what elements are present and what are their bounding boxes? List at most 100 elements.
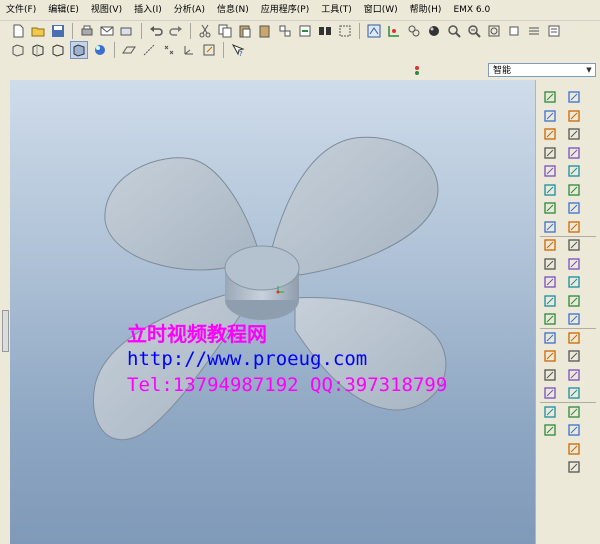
spin-center-marker [276, 290, 280, 294]
hidden-line-icon[interactable] [30, 42, 46, 58]
emx-icon[interactable] [542, 405, 558, 419]
datum-axes-icon[interactable] [141, 42, 157, 58]
menu-tools[interactable]: 工具(T) [315, 0, 358, 20]
menu-info[interactable]: 信息(N) [211, 0, 255, 20]
rib-icon[interactable] [542, 275, 558, 289]
revolve-icon[interactable] [542, 183, 558, 197]
sweep-icon[interactable] [542, 201, 558, 215]
wrap-icon[interactable] [566, 386, 582, 400]
fill-icon[interactable] [566, 405, 582, 419]
toolbar-separator [359, 23, 360, 39]
wireframe-icon[interactable] [10, 42, 26, 58]
sketch-curve-icon[interactable] [566, 146, 582, 160]
globe-icon[interactable] [542, 423, 558, 437]
warp-icon[interactable] [566, 460, 582, 474]
spin-center-icon[interactable] [386, 23, 402, 39]
menu-emx[interactable]: EMX 6.0 [447, 0, 496, 20]
menu-window[interactable]: 窗口(W) [358, 0, 404, 20]
trim-icon[interactable] [542, 312, 558, 326]
shading-icon[interactable] [70, 41, 88, 59]
style-icon[interactable] [566, 442, 582, 456]
extrude-icon[interactable] [542, 164, 558, 178]
enhanced-realism-icon[interactable] [92, 42, 108, 58]
mail-attachment-icon[interactable] [119, 23, 135, 39]
repaint-icon[interactable] [366, 23, 382, 39]
merge-icon[interactable] [566, 331, 582, 345]
paste-icon[interactable] [237, 23, 253, 39]
zoom-out-icon[interactable] [466, 23, 482, 39]
pattern-icon[interactable] [566, 294, 582, 308]
graphics-window[interactable] [10, 80, 535, 544]
datum-points-icon[interactable] [161, 42, 177, 58]
csys-icon[interactable] [566, 220, 582, 234]
model-display-icon[interactable] [426, 23, 442, 39]
blend-icon[interactable] [542, 220, 558, 234]
undo-icon[interactable] [148, 23, 164, 39]
datum-plane-icon[interactable] [566, 90, 582, 104]
datum-axis-icon[interactable] [542, 127, 558, 141]
context-help-icon[interactable]: ? [230, 42, 246, 58]
toolbar-separator [223, 42, 224, 58]
orient-mode-icon[interactable] [406, 23, 422, 39]
offset-point-icon[interactable] [566, 201, 582, 215]
refit-icon[interactable] [486, 23, 502, 39]
no-hidden-icon[interactable] [50, 42, 66, 58]
coordinate-systems-icon[interactable] [181, 42, 197, 58]
menu-applications[interactable]: 应用程序(P) [255, 0, 315, 20]
find-icon[interactable] [317, 23, 333, 39]
project-icon[interactable] [542, 386, 558, 400]
open-folder-icon[interactable] [30, 23, 46, 39]
cut-icon[interactable] [197, 23, 213, 39]
spline-curve-icon[interactable] [566, 127, 582, 141]
cross-point-icon[interactable] [566, 183, 582, 197]
annotations-icon[interactable] [201, 42, 217, 58]
solidify-icon[interactable] [542, 368, 558, 382]
regenerate-manager-icon[interactable] [297, 23, 313, 39]
menu-insert[interactable]: 插入(I) [128, 0, 168, 20]
zoom-in-icon[interactable] [446, 23, 462, 39]
layers-icon[interactable] [546, 23, 562, 39]
propeller-blade [271, 136, 439, 276]
send-mail-icon[interactable] [99, 23, 115, 39]
save-icon[interactable] [50, 23, 66, 39]
redo-icon[interactable] [168, 23, 184, 39]
saved-views-icon[interactable] [526, 23, 542, 39]
paste-special-icon[interactable] [257, 23, 273, 39]
sketch-tool-icon[interactable] [542, 90, 558, 104]
intersect-icon[interactable] [566, 312, 582, 326]
selection-filter-dropdown[interactable]: 智能 ▼ [488, 63, 596, 77]
extend-icon[interactable] [542, 349, 558, 363]
chevron-down-icon[interactable]: ▼ [583, 64, 595, 76]
mirror-icon[interactable] [542, 331, 558, 345]
menu-view[interactable]: 视图(V) [85, 0, 128, 20]
shell-icon[interactable] [542, 257, 558, 271]
toolbar-separator [114, 42, 115, 58]
menu-edit[interactable]: 编辑(E) [42, 0, 85, 20]
edit-datum-icon[interactable] [542, 109, 558, 123]
navigator-tab[interactable] [2, 310, 9, 352]
watermark-url: http://www.proeug.com [127, 348, 368, 370]
menu-analysis[interactable]: 分析(A) [168, 0, 211, 20]
thicken-icon[interactable] [566, 368, 582, 382]
insert-icon[interactable] [542, 146, 558, 160]
hole-icon[interactable] [542, 238, 558, 252]
selection-box-icon[interactable] [337, 23, 353, 39]
new-file-icon[interactable] [10, 23, 26, 39]
reorient-icon[interactable] [506, 23, 522, 39]
boundary-blend-icon[interactable] [566, 423, 582, 437]
datum-point-icon[interactable] [566, 164, 582, 178]
menu-help[interactable]: 帮助(H) [404, 0, 448, 20]
toolbar-separator [540, 235, 596, 237]
print-icon[interactable] [79, 23, 95, 39]
offset-icon[interactable] [566, 349, 582, 363]
datum-planes-icon[interactable] [121, 42, 137, 58]
regenerate-icon[interactable] [277, 23, 293, 39]
menu-file[interactable]: 文件(F) [0, 0, 42, 20]
round-icon[interactable] [566, 257, 582, 271]
copy-icon[interactable] [217, 23, 233, 39]
draft-icon[interactable] [542, 294, 558, 308]
propeller-model[interactable] [10, 80, 535, 544]
analysis-icon[interactable] [566, 238, 582, 252]
chamfer-icon[interactable] [566, 275, 582, 289]
datum-curve-icon[interactable] [566, 109, 582, 123]
